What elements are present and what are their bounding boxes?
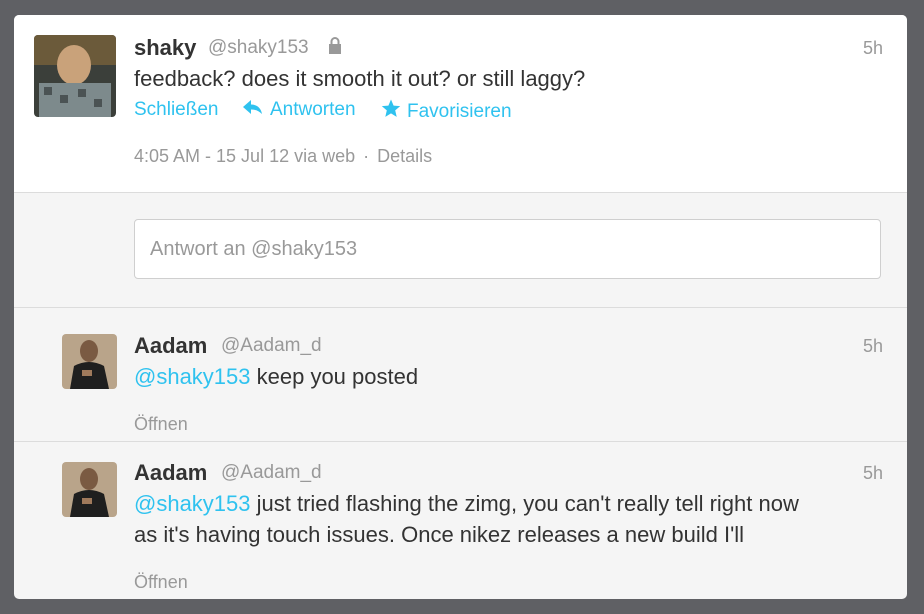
avatar-image — [62, 334, 117, 389]
tweet-text: @shaky153 keep you posted — [134, 361, 418, 392]
avatar[interactable] — [34, 35, 116, 117]
avatar-image — [34, 35, 116, 117]
tweet-time[interactable]: 5h — [863, 336, 883, 357]
mention-link[interactable]: @shaky153 — [134, 491, 251, 516]
tweet-text-line: @shaky153 just tried flashing the zimg, … — [134, 488, 894, 519]
favorite-label: Favorisieren — [407, 100, 512, 122]
favorite-button[interactable]: Favorisieren — [381, 99, 512, 124]
meta-separator: · — [363, 146, 370, 166]
reply-tweet[interactable]: Aadam @Aadam_d 5h @shaky153 just tried f… — [14, 442, 907, 599]
tweet-time[interactable]: 5h — [863, 38, 883, 59]
tweet-text: @shaky153 just tried flashing the zimg, … — [134, 488, 894, 550]
author-name[interactable]: shaky — [134, 35, 196, 61]
close-label: Schließen — [134, 99, 219, 120]
author-name[interactable]: Aadam — [134, 460, 207, 486]
main-tweet: shaky @shaky153 5h feedback? does it smo… — [14, 15, 907, 193]
reply-input[interactable]: Antwort an @shaky153 — [134, 219, 881, 279]
mention-link[interactable]: @shaky153 — [134, 364, 251, 389]
details-link[interactable]: Details — [377, 146, 432, 166]
avatar[interactable] — [62, 334, 117, 389]
author-name[interactable]: Aadam — [134, 333, 207, 359]
star-icon — [381, 99, 401, 124]
tweet-text-body: keep you posted — [250, 364, 419, 389]
author-handle[interactable]: @shaky153 — [208, 37, 309, 59]
reply-area: Antwort an @shaky153 — [14, 193, 907, 308]
reply-tweet[interactable]: Aadam @Aadam_d 5h @shaky153 keep you pos… — [14, 308, 907, 442]
close-button[interactable]: Schließen — [134, 99, 219, 121]
lock-icon — [328, 37, 342, 60]
tweet-timestamp[interactable]: 4:05 AM - 15 Jul 12 via web — [134, 146, 355, 166]
avatar[interactable] — [62, 462, 117, 517]
tweet-text-line: as it's having touch issues. Once nikez … — [134, 522, 745, 547]
author-handle[interactable]: @Aadam_d — [221, 462, 322, 484]
reply-icon — [242, 99, 264, 121]
tweet-text: feedback? does it smooth it out? or stil… — [134, 66, 586, 91]
avatar-image — [62, 462, 117, 517]
tweet-meta: 4:05 AM - 15 Jul 12 via web · Details — [134, 146, 432, 167]
reply-label: Antworten — [270, 99, 356, 120]
tweet-text-body: just tried flashing the zimg, you can't … — [250, 491, 799, 516]
tweet-time[interactable]: 5h — [863, 463, 883, 484]
conversation-card: shaky @shaky153 5h feedback? does it smo… — [14, 15, 907, 599]
author-handle[interactable]: @Aadam_d — [221, 335, 322, 357]
reply-button[interactable]: Antworten — [242, 99, 356, 121]
open-link[interactable]: Öffnen — [134, 572, 188, 593]
open-link[interactable]: Öffnen — [134, 414, 188, 435]
